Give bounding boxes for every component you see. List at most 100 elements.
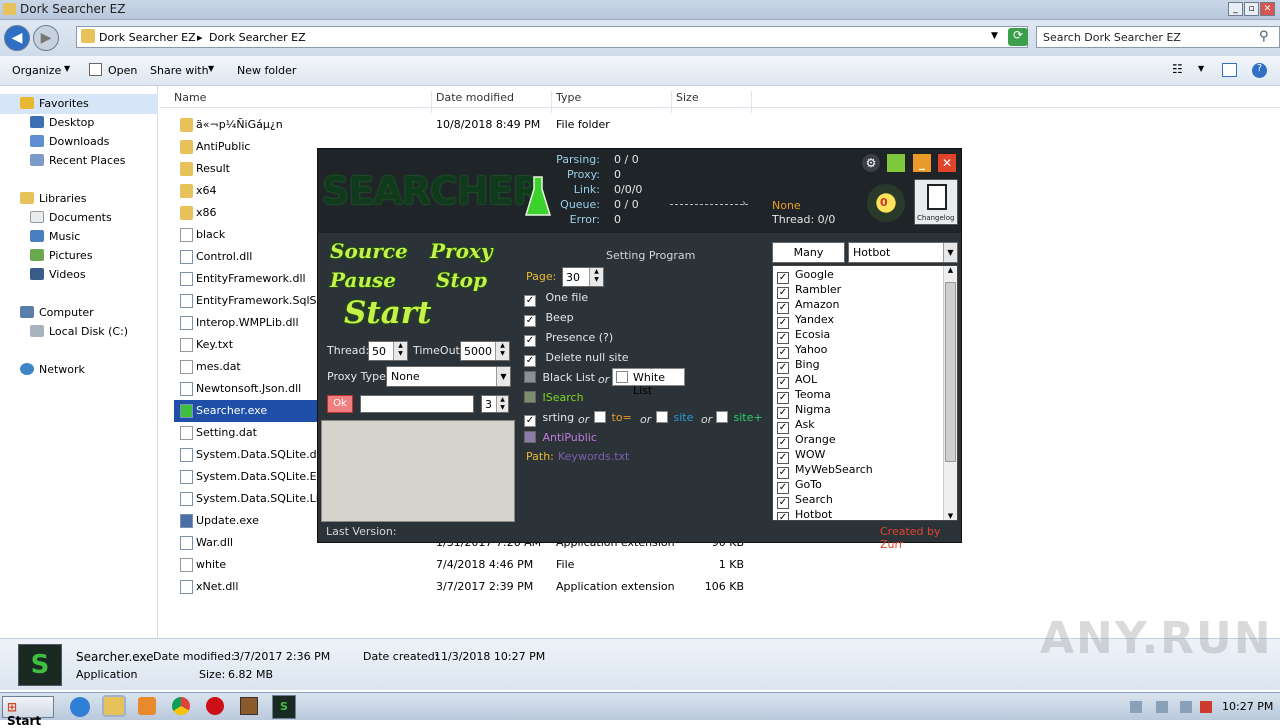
- pause-button[interactable]: Pause: [330, 268, 396, 292]
- column-size[interactable]: Size: [676, 91, 752, 113]
- minimize-button[interactable]: _: [1228, 2, 1243, 16]
- engine-item[interactable]: ✓ WOW: [777, 448, 825, 464]
- tray-icon-2[interactable]: [1156, 701, 1168, 713]
- column-name[interactable]: Name: [174, 91, 432, 113]
- page-spinner[interactable]: 30 ▲ ▼: [562, 267, 604, 287]
- file-row[interactable]: white 7/4/2018 4:46 PM File 1 KB: [160, 554, 1280, 576]
- path-value[interactable]: Keywords.txt: [558, 450, 629, 463]
- opt-delete-null[interactable]: ✓ Delete null site: [524, 351, 629, 367]
- changelog-button[interactable]: Changelog: [914, 179, 958, 225]
- opt-isearch[interactable]: ISearch: [524, 391, 584, 404]
- chevron-down-icon[interactable]: ▼: [991, 31, 998, 41]
- alert-icon[interactable]: [1200, 701, 1212, 713]
- engine-item[interactable]: ✓ Ask: [777, 418, 815, 434]
- address-bar[interactable]: Dork Searcher EZ ▸ Dork Searcher EZ ▼: [76, 26, 1028, 48]
- nav-videos[interactable]: Videos: [30, 268, 86, 281]
- tray-icon-1[interactable]: [1130, 701, 1142, 713]
- nav-recent-places[interactable]: Recent Places: [30, 154, 126, 167]
- engine-item[interactable]: ✓ Yahoo: [777, 343, 827, 359]
- engine-item[interactable]: ✓ MyWebSearch: [777, 463, 873, 479]
- chrome-icon[interactable]: [172, 697, 190, 715]
- file-row[interactable]: ä«¬p¼ÑiGáµ¿n 10/8/2018 8:49 PM File folder: [160, 114, 1280, 136]
- file-row[interactable]: Searcher.exe: [174, 400, 334, 422]
- stop-button[interactable]: Stop: [436, 268, 487, 292]
- start-button[interactable]: ⊞ Start: [2, 696, 54, 728]
- app-taskbar-icon[interactable]: [240, 697, 258, 715]
- preview-pane-icon[interactable]: [1222, 63, 1237, 77]
- engine-item[interactable]: ✓ Nigma: [777, 403, 831, 419]
- breadcrumb-2[interactable]: Dork Searcher EZ: [209, 31, 306, 44]
- back-button[interactable]: ◀: [4, 25, 30, 51]
- opera-icon[interactable]: [206, 697, 224, 715]
- forward-button[interactable]: ▶: [33, 25, 59, 51]
- ok-button[interactable]: Ok: [327, 395, 353, 413]
- engine-item[interactable]: ✓ Yandex: [777, 313, 834, 329]
- key-input[interactable]: [360, 395, 474, 413]
- opt-site[interactable]: site: [656, 411, 693, 424]
- nav-documents[interactable]: Documents: [30, 211, 112, 224]
- opt-beep[interactable]: ✓ Beep: [524, 311, 574, 327]
- proxy-button[interactable]: Proxy: [430, 239, 492, 263]
- many-button[interactable]: Many: [772, 242, 845, 263]
- maximize-button[interactable]: ▫: [1244, 2, 1259, 16]
- nav-downloads[interactable]: Downloads: [30, 135, 109, 148]
- column-date[interactable]: Date modified: [436, 91, 552, 113]
- opt-antipublic[interactable]: AntiPublic: [524, 431, 597, 444]
- nav-computer[interactable]: Computer: [20, 306, 94, 319]
- opt-presence[interactable]: ✓ Presence (?): [524, 331, 613, 347]
- nav-desktop[interactable]: Desktop: [30, 116, 94, 129]
- engine-item[interactable]: ✓ Google: [777, 268, 834, 284]
- engine-item[interactable]: ✓ Search: [777, 493, 833, 509]
- opt-site-plus[interactable]: site+: [716, 411, 763, 424]
- engine-item[interactable]: ✓ Orange: [777, 433, 836, 449]
- explorer-taskbar-icon[interactable]: [102, 695, 126, 717]
- new-folder-button[interactable]: New folder: [237, 64, 296, 77]
- file-row[interactable]: xNet.dll 3/7/2017 2:39 PM Application exte…: [160, 576, 1280, 598]
- engine-item[interactable]: ✓ Bing: [777, 358, 820, 374]
- minimize-app-button[interactable]: _: [912, 153, 932, 173]
- close-button[interactable]: ✕: [1260, 2, 1275, 16]
- engine-item[interactable]: ✓ GoTo: [777, 478, 822, 494]
- searcher-taskbar-icon[interactable]: S: [272, 695, 296, 719]
- engine-item[interactable]: ✓ Teoma: [777, 388, 831, 404]
- source-button[interactable]: Source: [330, 239, 408, 263]
- opt-black-list[interactable]: Black List: [524, 371, 595, 384]
- view-icon[interactable]: ☷: [1172, 62, 1183, 76]
- ie-icon[interactable]: [70, 697, 90, 717]
- opt-white-list[interactable]: White List: [612, 368, 685, 397]
- breadcrumb-1[interactable]: Dork Searcher EZ: [99, 31, 196, 44]
- search-input[interactable]: Search Dork Searcher EZ ⚲: [1036, 26, 1280, 48]
- engine-scrollbar[interactable]: ▲ ▼: [943, 266, 957, 520]
- folder-button[interactable]: [886, 153, 906, 173]
- refresh-icon[interactable]: ⟳: [1008, 28, 1028, 46]
- close-app-button[interactable]: ✕: [937, 153, 957, 173]
- search-icon[interactable]: ⚲: [1259, 29, 1269, 44]
- nav-network[interactable]: Network: [20, 363, 85, 376]
- column-type[interactable]: Type: [556, 91, 672, 113]
- log-textbox[interactable]: [321, 420, 515, 522]
- organize-button[interactable]: Organize: [12, 64, 61, 77]
- opt-srting[interactable]: ✓ srting: [524, 411, 574, 427]
- settings-gear-icon[interactable]: ⚙: [861, 153, 881, 173]
- engine-item[interactable]: ✓ Ecosia: [777, 328, 830, 344]
- nav-pictures[interactable]: Pictures: [30, 249, 93, 262]
- engine-item[interactable]: ✓ AOL: [777, 373, 817, 389]
- timeout-spinner[interactable]: 5000 ▲ ▼: [460, 341, 510, 361]
- open-button[interactable]: Open: [108, 64, 137, 77]
- thread-spinner[interactable]: 50 ▲ ▼: [368, 341, 408, 361]
- media-player-icon[interactable]: [138, 697, 156, 715]
- nav-favorites[interactable]: Favorites: [20, 97, 89, 110]
- opt-to[interactable]: to=: [594, 411, 632, 424]
- engine-list[interactable]: ▲ ▼ ✓ Google ✓ Rambler ✓ Amazon ✓ Yandex ✓ Ecosia…: [772, 265, 958, 521]
- volume-icon[interactable]: [1180, 701, 1192, 713]
- clock[interactable]: 10:27 PM: [1222, 700, 1273, 713]
- share-button[interactable]: Share with: [150, 64, 209, 77]
- nav-libraries[interactable]: Libraries: [20, 192, 87, 205]
- nav-local-disk[interactable]: Local Disk (C:): [30, 325, 128, 338]
- engine-select[interactable]: Hotbot ▼: [848, 242, 958, 263]
- checkbox-icon[interactable]: ✓: [777, 512, 789, 520]
- engine-item[interactable]: ✓ Amazon: [777, 298, 839, 314]
- chevron-down-icon[interactable]: ▼: [1198, 64, 1204, 73]
- nav-music[interactable]: Music: [30, 230, 80, 243]
- count-spinner[interactable]: 3 ▲ ▼: [481, 395, 509, 413]
